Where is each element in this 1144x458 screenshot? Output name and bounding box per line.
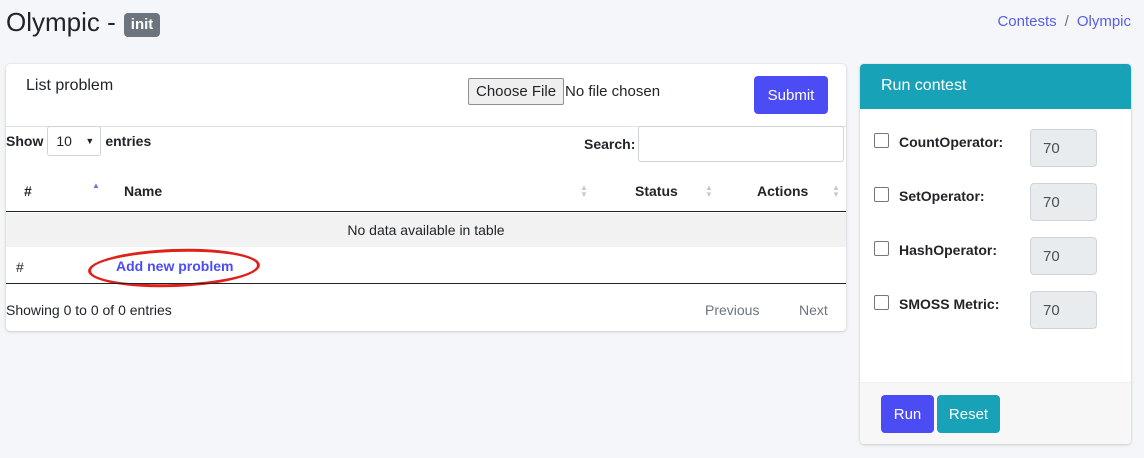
operator-row-hash	[874, 241, 889, 256]
problem-list-header: List problem Choose File No file chosen …	[6, 64, 846, 127]
empty-table-message: No data available in table	[6, 213, 846, 247]
count-operator-value: 70	[1030, 129, 1097, 167]
page-title-text: Olympic -	[6, 7, 116, 37]
column-header-actions[interactable]: Actions	[757, 183, 808, 199]
problem-list-card: List problem Choose File No file chosen …	[6, 64, 846, 331]
run-contest-footer: Run Reset	[860, 382, 1131, 444]
pagination-previous[interactable]: Previous	[705, 302, 759, 318]
column-header-status[interactable]: Status	[635, 183, 678, 199]
smoss-metric-label: SMOSS Metric:	[899, 296, 1000, 312]
choose-file-button[interactable]: Choose File	[468, 78, 565, 105]
breadcrumb-olympic[interactable]: Olympic	[1077, 13, 1131, 30]
set-operator-label: SetOperator:	[899, 188, 985, 204]
breadcrumb-contests[interactable]: Contests	[997, 13, 1056, 30]
submit-button[interactable]: Submit	[754, 76, 828, 114]
count-operator-checkbox[interactable]	[874, 133, 889, 148]
run-contest-title: Run contest	[860, 64, 1131, 109]
entries-label: entries	[105, 133, 152, 149]
row-number: #	[16, 259, 24, 275]
sort-icon: ▲ ▼	[580, 183, 588, 199]
status-badge: init	[123, 12, 161, 37]
table-footer-divider	[6, 283, 846, 284]
page-title: Olympic - init	[6, 7, 161, 38]
set-operator-value: 70	[1030, 183, 1097, 221]
page-size-control: Show 10 ▼ entries	[6, 126, 151, 156]
set-operator-checkbox[interactable]	[874, 187, 889, 202]
add-new-problem-link[interactable]: Add new problem	[116, 258, 233, 274]
search-label: Search:	[584, 136, 636, 152]
problem-list-title: List problem	[26, 77, 114, 94]
sort-asc-icon: ▲	[92, 181, 100, 190]
count-operator-label: CountOperator:	[899, 134, 1004, 150]
chevron-down-icon: ▼	[85, 136, 95, 146]
breadcrumb: Contests / Olympic	[997, 13, 1131, 30]
table-info: Showing 0 to 0 of 0 entries	[6, 302, 172, 318]
page-size-value: 10	[56, 133, 72, 149]
run-button[interactable]: Run	[881, 395, 934, 433]
page-size-select[interactable]: 10 ▼	[47, 126, 102, 156]
table-row: # Add new problem	[6, 246, 846, 290]
reset-button[interactable]: Reset	[937, 395, 1000, 433]
search-control: Search:	[584, 126, 845, 162]
smoss-metric-value: 70	[1030, 291, 1097, 329]
smoss-metric-checkbox[interactable]	[874, 295, 889, 310]
operator-row-count	[874, 133, 889, 148]
hash-operator-value: 70	[1030, 237, 1097, 275]
sort-icon: ▲ ▼	[832, 183, 840, 199]
pagination-next[interactable]: Next	[799, 302, 828, 318]
hash-operator-checkbox[interactable]	[874, 241, 889, 256]
show-label: Show	[6, 133, 44, 149]
file-status-label: No file chosen	[565, 83, 661, 100]
empty-message-text: No data available in table	[347, 222, 505, 238]
operator-row-smoss	[874, 295, 889, 310]
run-contest-card: Run contest CountOperator: 70 SetOperato…	[860, 64, 1131, 444]
operator-row-set	[874, 187, 889, 202]
hash-operator-label: HashOperator:	[899, 242, 998, 258]
column-header-name[interactable]: Name	[124, 183, 162, 199]
search-input[interactable]	[638, 126, 845, 162]
sort-icon: ▲ ▼	[705, 183, 713, 199]
column-header-number[interactable]: #	[24, 183, 32, 199]
table-header-divider	[6, 211, 846, 212]
breadcrumb-separator: /	[1064, 13, 1069, 30]
